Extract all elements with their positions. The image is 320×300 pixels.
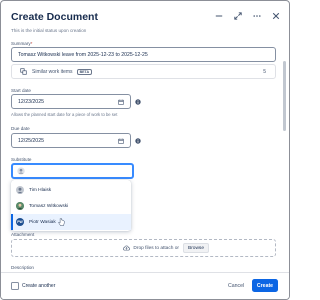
start-date-input[interactable]: 12/23/2025 bbox=[11, 94, 131, 109]
person-icon bbox=[17, 167, 25, 175]
scrollbar-thumb[interactable] bbox=[283, 61, 286, 131]
substitute-option-highlighted[interactable]: PW Piotr Wasiak bbox=[11, 214, 131, 230]
description-label: Description bbox=[11, 265, 34, 270]
create-button[interactable]: Create bbox=[252, 279, 278, 292]
option-name: Tomasz Witkowski bbox=[29, 203, 69, 209]
more-icon[interactable] bbox=[252, 11, 262, 21]
attachment-dropzone[interactable]: Drop files to attach or Browse bbox=[11, 239, 276, 257]
calendar-icon[interactable] bbox=[118, 138, 124, 144]
create-another-label[interactable]: Create another bbox=[22, 283, 55, 289]
beta-badge: BETA bbox=[76, 68, 93, 75]
attachment-label: Attachment bbox=[11, 232, 35, 237]
cloud-upload-icon bbox=[123, 245, 131, 251]
info-icon[interactable] bbox=[135, 137, 141, 144]
summary-label: Summary* bbox=[11, 41, 32, 46]
create-document-dialog: Create Document This is the initial stat… bbox=[0, 0, 290, 300]
substitute-input[interactable] bbox=[11, 163, 134, 179]
header-actions bbox=[214, 11, 281, 21]
summary-value: Tomasz Witkowski leave from 2025-12-23 t… bbox=[18, 51, 148, 58]
due-date-label: Due date bbox=[11, 126, 30, 131]
hand-cursor-icon bbox=[58, 218, 65, 226]
person-photo-icon bbox=[16, 202, 24, 210]
similar-count: 5 bbox=[263, 68, 266, 75]
substitute-label: Substitute bbox=[11, 157, 32, 162]
avatar bbox=[16, 186, 24, 194]
substitute-option[interactable]: Tomasz Witkowski bbox=[11, 198, 131, 214]
avatar bbox=[16, 202, 24, 210]
start-date-label: Start date bbox=[11, 88, 31, 93]
due-date-value: 12/25/2025 bbox=[18, 137, 44, 144]
avatar-initials: PW bbox=[16, 218, 24, 226]
dialog-title: Create Document bbox=[11, 11, 98, 23]
browse-button[interactable]: Browse bbox=[183, 243, 209, 253]
option-name: Piotr Wasiak bbox=[29, 219, 56, 225]
start-date-helper: Allows the planned start date for a piec… bbox=[11, 112, 118, 117]
close-icon[interactable] bbox=[271, 11, 281, 21]
summary-label-text: Summary bbox=[11, 41, 31, 46]
drop-text: Drop files to attach or bbox=[133, 245, 179, 251]
info-icon[interactable] bbox=[135, 98, 141, 105]
similar-work-items-button[interactable]: Similar work items BETA 5 bbox=[11, 64, 276, 79]
start-date-value: 12/23/2025 bbox=[18, 98, 44, 105]
substitute-dropdown: Tim Hlaisk Tomasz Witkowski PW Piotr Was… bbox=[11, 180, 131, 231]
option-name: Tim Hlaisk bbox=[29, 187, 52, 193]
dialog-subtitle: This is the initial status upon creation bbox=[11, 28, 87, 33]
substitute-option[interactable]: Tim Hlaisk bbox=[11, 182, 131, 198]
similar-label: Similar work items bbox=[32, 68, 73, 75]
required-mark: * bbox=[30, 41, 33, 46]
dialog-footer: Create another Cancel Create bbox=[1, 272, 289, 299]
summary-input[interactable]: Tomasz Witkowski leave from 2025-12-23 t… bbox=[11, 47, 276, 62]
cancel-button[interactable]: Cancel bbox=[225, 280, 247, 292]
due-date-input[interactable]: 12/25/2025 bbox=[11, 133, 131, 148]
dialog-header: Create Document bbox=[1, 1, 289, 31]
create-another-checkbox[interactable] bbox=[11, 282, 19, 290]
minimize-icon[interactable] bbox=[214, 11, 224, 21]
person-icon bbox=[16, 186, 24, 194]
expand-icon[interactable] bbox=[233, 11, 243, 21]
similar-items-icon bbox=[20, 68, 27, 75]
calendar-icon[interactable] bbox=[118, 99, 124, 105]
